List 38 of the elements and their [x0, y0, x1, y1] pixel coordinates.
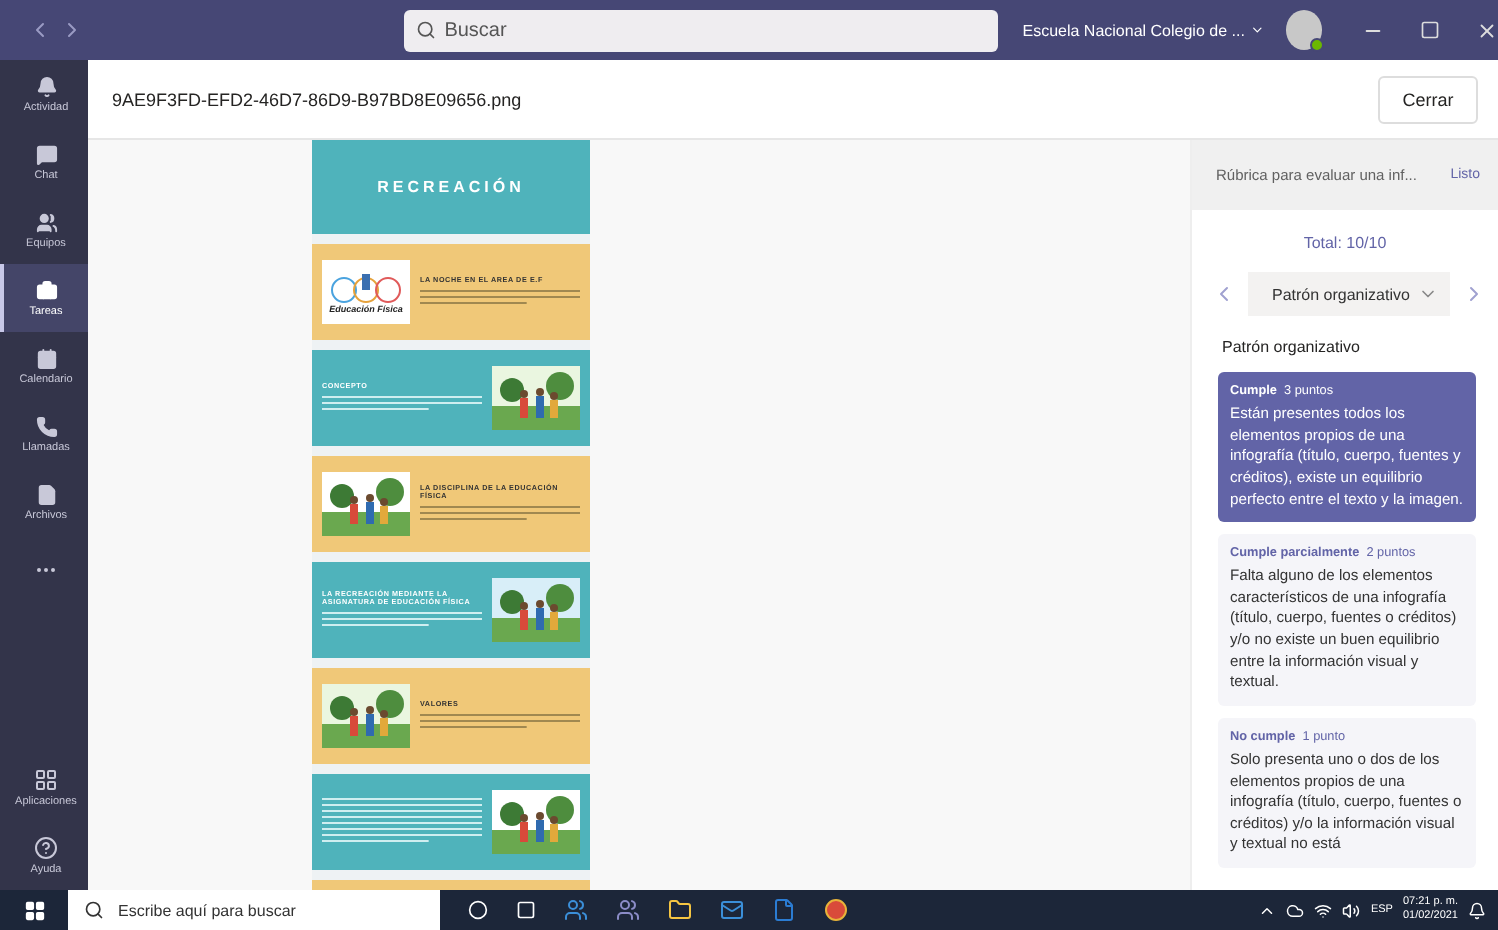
taskbar-search-field[interactable]: Escribe aquí para buscar: [68, 890, 440, 930]
folder-icon[interactable]: [668, 898, 692, 922]
bell-icon: [35, 75, 57, 97]
file-icon: [35, 483, 57, 505]
phone-icon: [35, 415, 57, 437]
wifi-icon[interactable]: [1314, 901, 1333, 919]
search-field[interactable]: Buscar: [404, 9, 999, 51]
cloud-icon[interactable]: [1286, 901, 1305, 919]
close-icon[interactable]: [1476, 19, 1498, 41]
close-button[interactable]: Cerrar: [1378, 75, 1478, 123]
task-view-icon[interactable]: [516, 900, 536, 920]
rings-drawing: [328, 271, 404, 303]
search-icon: [416, 20, 437, 40]
windows-logo-icon: [23, 899, 45, 921]
restore-icon[interactable]: [1420, 19, 1440, 39]
criterion-heading: Patrón organizativo: [1222, 338, 1362, 356]
cortana-icon[interactable]: [468, 900, 488, 920]
apps-icon: [34, 768, 58, 792]
infographic-title: RECREACIÓN: [377, 178, 525, 196]
total-score: Total: 10/10: [1303, 234, 1387, 252]
chat-icon: [35, 143, 57, 165]
avatar[interactable]: [1285, 10, 1322, 50]
mail-icon[interactable]: [720, 898, 744, 922]
presence-dot: [1310, 38, 1324, 52]
calendar-icon: [35, 347, 57, 369]
volume-icon[interactable]: [1342, 901, 1361, 919]
bag-icon: [35, 279, 57, 301]
file-name: 9AE9F3FD-EFD2-46D7-86D9-B97BD8E09656.png: [112, 89, 522, 109]
organization-switcher[interactable]: Escuela Nacional Colegio de ...: [1022, 21, 1245, 39]
teams-icon[interactable]: [616, 898, 640, 922]
criterion-dropdown[interactable]: Patrón organizativo: [1248, 272, 1450, 316]
document-icon[interactable]: [772, 898, 796, 922]
help-icon: [34, 836, 58, 860]
search-icon: [84, 900, 104, 920]
chevron-icon[interactable]: [1250, 22, 1266, 38]
notification-icon[interactable]: [1468, 901, 1486, 919]
browser-icon[interactable]: [824, 898, 848, 922]
people-icon: [35, 211, 57, 233]
